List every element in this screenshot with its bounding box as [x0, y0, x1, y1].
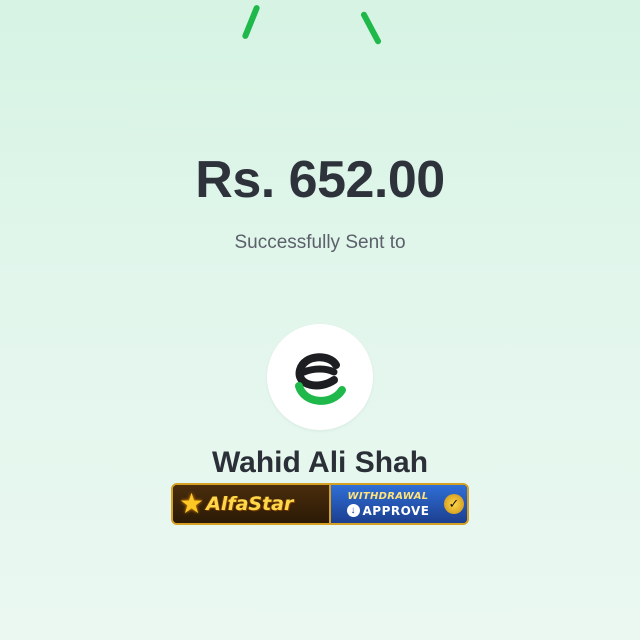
withdrawal-label: WITHDRAWAL [347, 490, 429, 502]
approve-label: APPROVE [362, 503, 430, 518]
transaction-amount: Rs. 652.00 [195, 151, 445, 209]
ad-banner-brand: ★ AlfaStar [173, 485, 331, 523]
recipient-logo [267, 324, 373, 430]
check-badge-icon: ✓ [444, 494, 464, 514]
easypaisa-logo-icon [295, 353, 346, 405]
star-icon: ★ [179, 488, 205, 519]
confetti-left-icon [241, 4, 261, 40]
ad-brand-name: AlfaStar [206, 493, 294, 515]
download-icon: ↓ [346, 504, 360, 517]
confetti-right-icon [359, 10, 383, 46]
ad-banner[interactable]: ★ AlfaStar WITHDRAWAL ↓ APPROVE ✓ [171, 483, 469, 525]
recipient-name: Wahid Ali Shah [211, 446, 429, 479]
transaction-status: Successfully Sent to [234, 232, 406, 253]
withdrawal-approve-badge: WITHDRAWAL ↓ APPROVE ✓ [331, 485, 467, 523]
approve-row: ↓ APPROVE [346, 503, 430, 518]
